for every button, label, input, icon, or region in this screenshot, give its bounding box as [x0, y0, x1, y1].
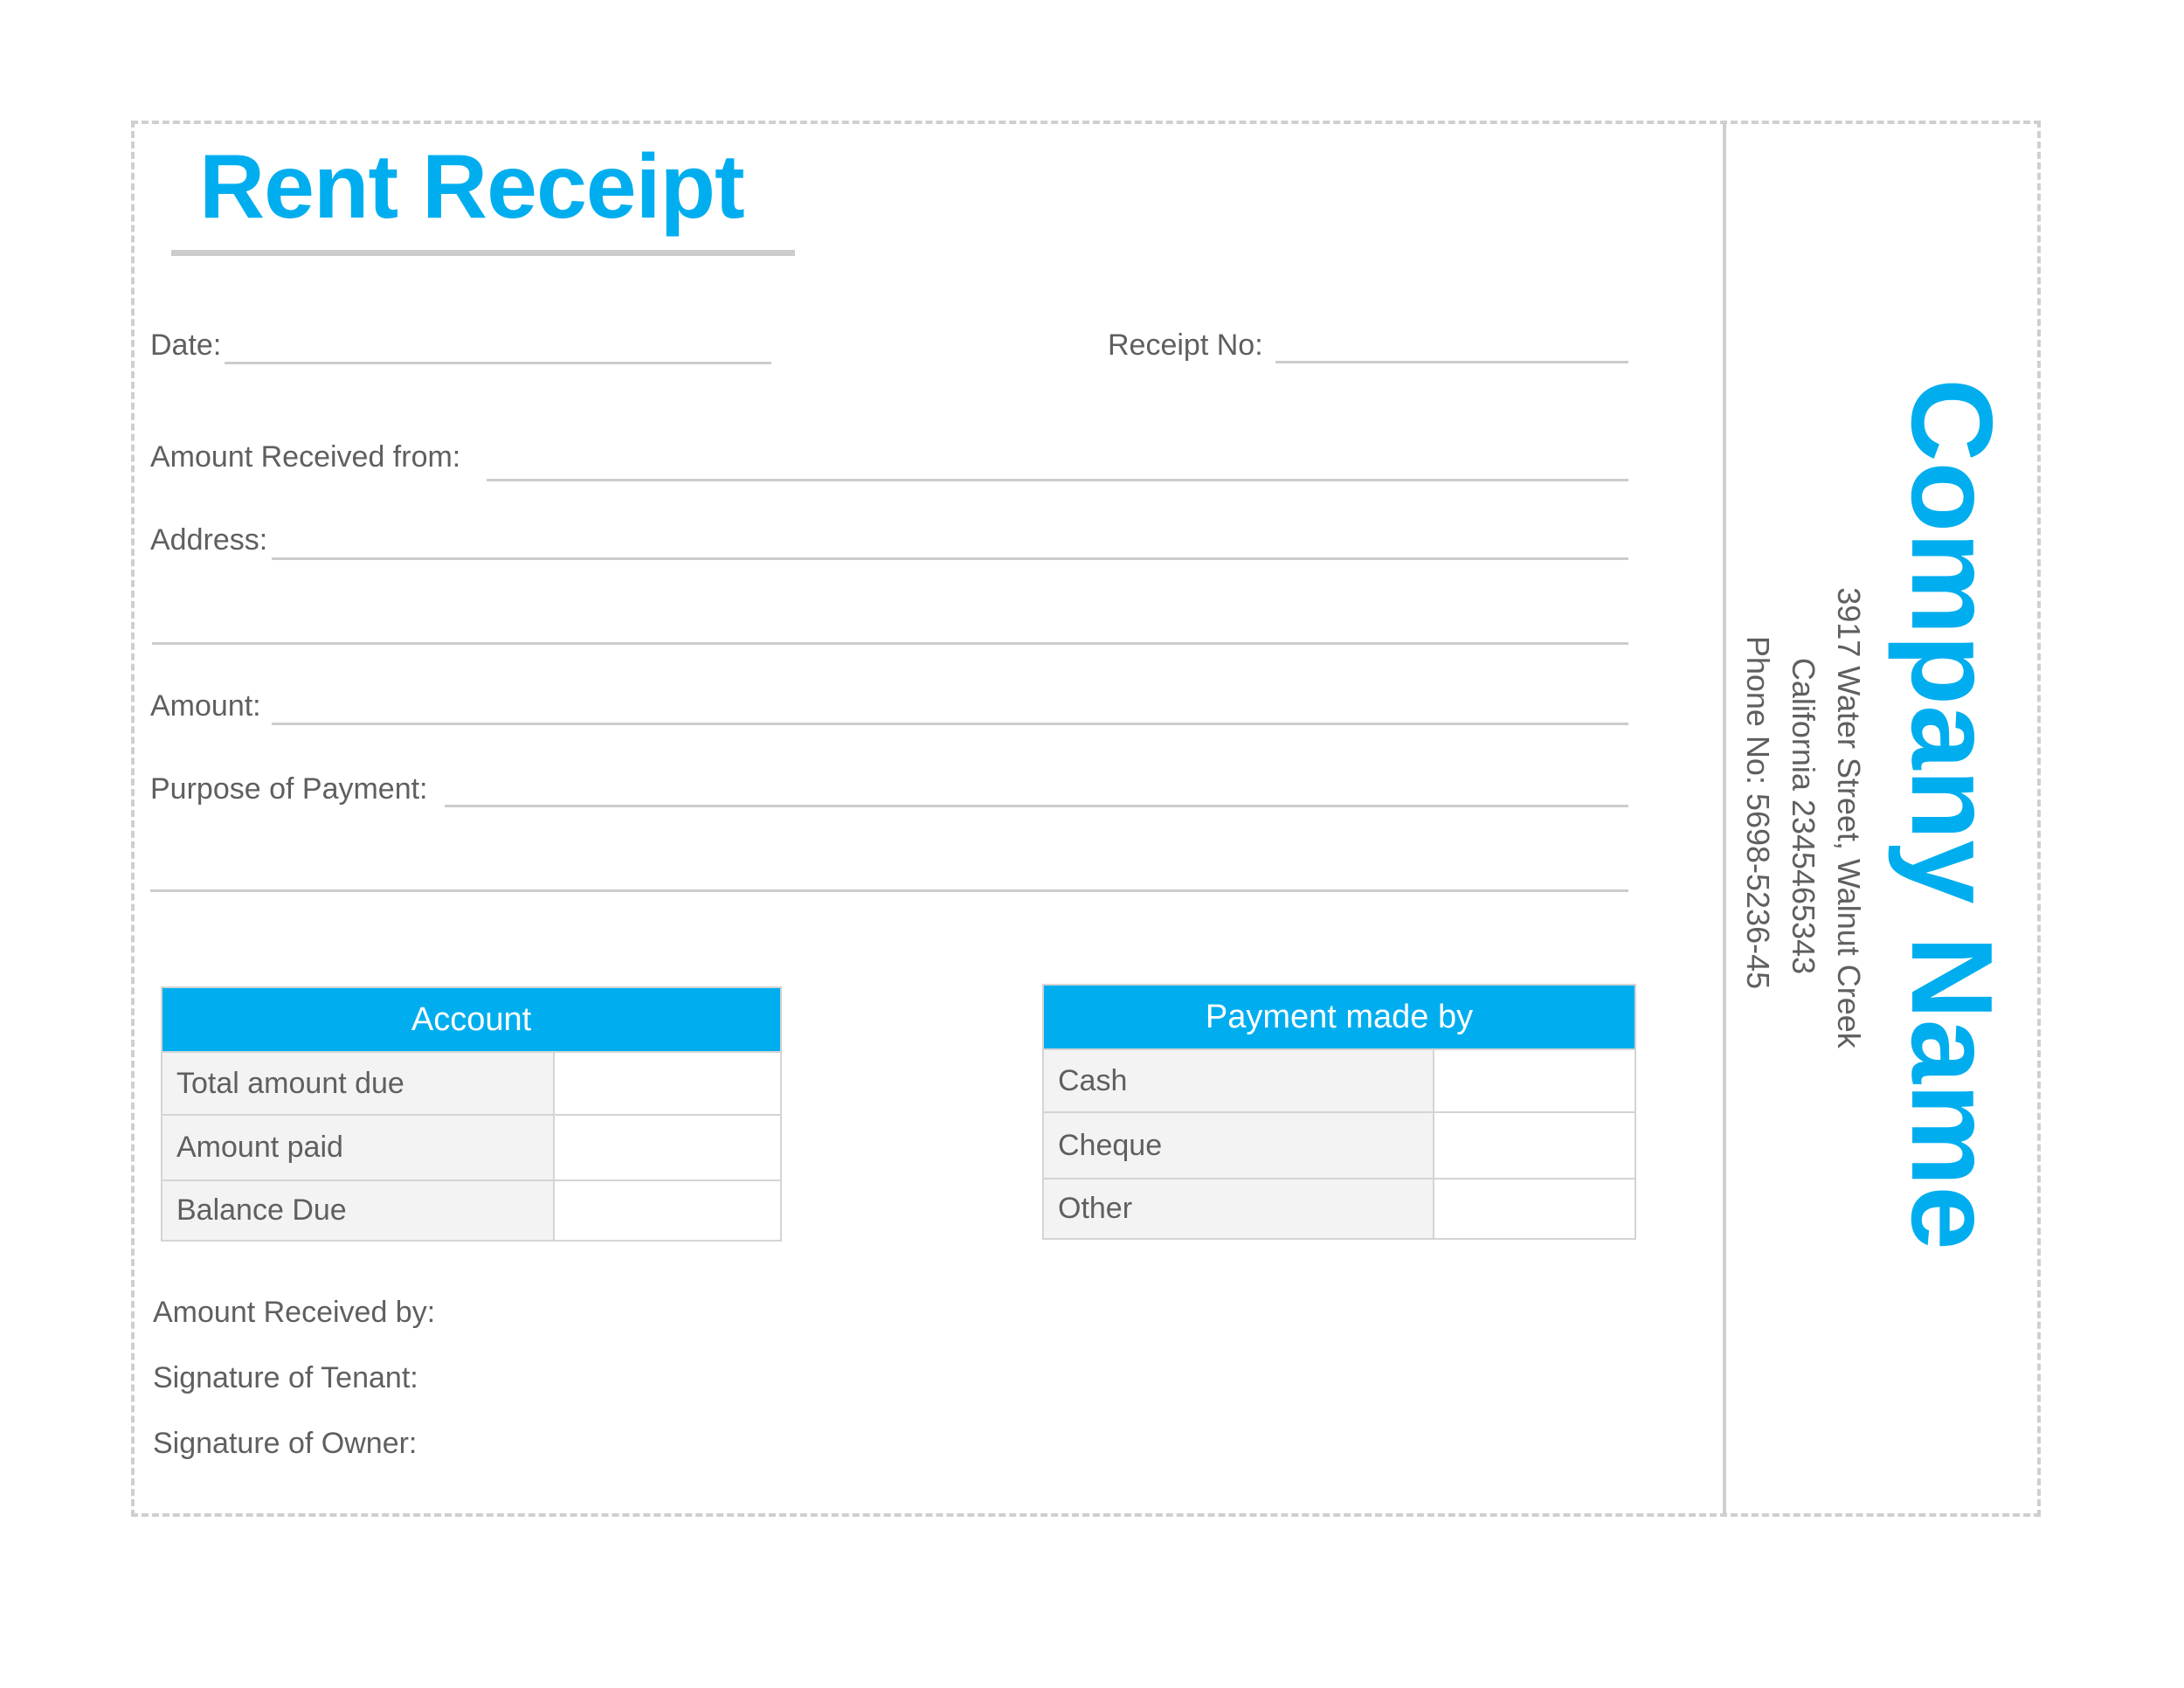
cash-cell[interactable]: [1434, 1050, 1635, 1111]
company-address-line2: California 2345465343: [1786, 657, 1821, 975]
receipt-no-label: Receipt No:: [1108, 329, 1263, 362]
owner-signature-label: Signature of Owner:: [153, 1427, 418, 1460]
address-field[interactable]: [272, 557, 1628, 560]
company-phone: Phone No: 5698-5236-45: [1740, 635, 1776, 990]
amount-field[interactable]: [272, 723, 1628, 725]
title-underline: [171, 250, 795, 256]
date-label: Date:: [150, 329, 222, 362]
row-label: Amount paid: [162, 1116, 555, 1180]
purpose-field-line2[interactable]: [150, 889, 1628, 892]
address-field-line2[interactable]: [152, 642, 1628, 645]
table-row: Other: [1044, 1178, 1635, 1238]
table-row: Cash: [1044, 1048, 1635, 1111]
address-label: Address:: [150, 523, 268, 557]
table-row: Total amount due: [162, 1051, 780, 1114]
company-address-line1: 3917 Water Street, Walnut Creek: [1831, 587, 1867, 1048]
payment-table: Payment made by Cash Cheque Other: [1042, 984, 1636, 1240]
table-row: Cheque: [1044, 1111, 1635, 1178]
row-label: Cheque: [1044, 1113, 1434, 1178]
account-table: Account Total amount due Amount paid Bal…: [161, 986, 782, 1242]
payment-table-header: Payment made by: [1044, 986, 1635, 1048]
row-label: Other: [1044, 1180, 1434, 1238]
row-label: Total amount due: [162, 1053, 555, 1114]
account-table-header: Account: [162, 988, 780, 1051]
date-field[interactable]: [225, 362, 771, 364]
purpose-field[interactable]: [445, 805, 1628, 807]
company-name: Company Name: [1888, 378, 2016, 1250]
amount-paid-cell[interactable]: [555, 1116, 780, 1180]
company-stub: Company Name 3917 Water Street, Walnut C…: [1726, 122, 2037, 1517]
receipt-no-field[interactable]: [1275, 361, 1628, 363]
row-label: Cash: [1044, 1050, 1434, 1111]
total-amount-due-cell[interactable]: [555, 1053, 780, 1114]
cheque-cell[interactable]: [1434, 1113, 1635, 1178]
row-label: Balance Due: [162, 1181, 555, 1240]
page-title: Rent Receipt: [199, 136, 745, 238]
balance-due-cell[interactable]: [555, 1181, 780, 1240]
tenant-signature-label: Signature of Tenant:: [153, 1361, 418, 1394]
amount-label: Amount:: [150, 689, 261, 723]
other-cell[interactable]: [1434, 1180, 1635, 1238]
received-from-field[interactable]: [487, 479, 1628, 481]
purpose-label: Purpose of Payment:: [150, 772, 428, 806]
received-by-label: Amount Received by:: [153, 1296, 436, 1329]
table-row: Balance Due: [162, 1180, 780, 1240]
table-row: Amount paid: [162, 1114, 780, 1180]
received-from-label: Amount Received from:: [150, 440, 461, 474]
